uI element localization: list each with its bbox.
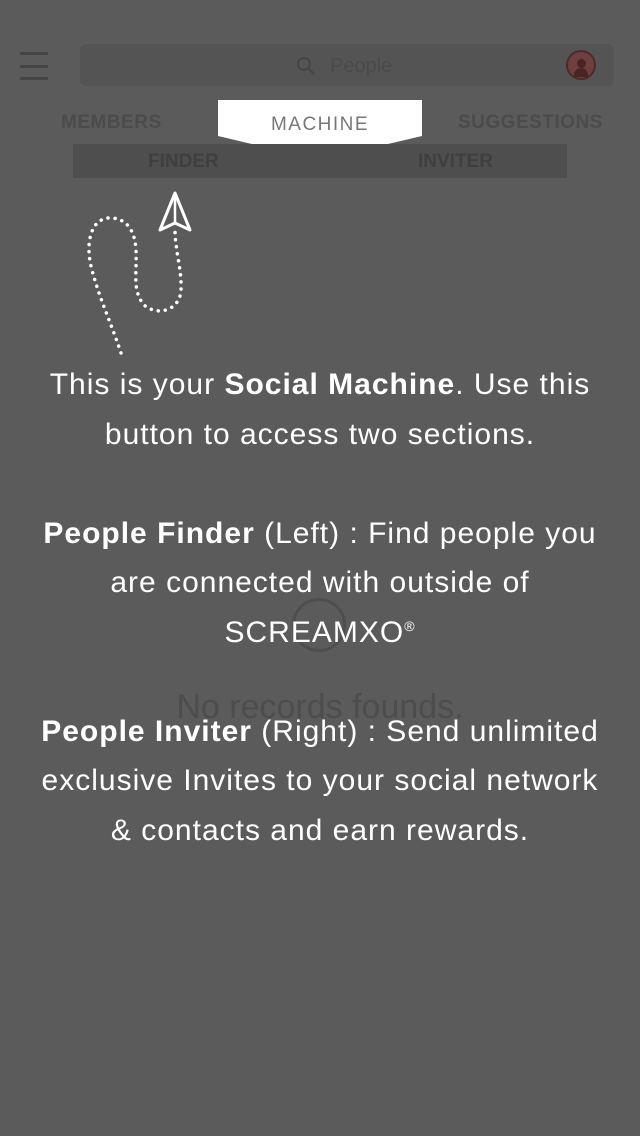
- tab-machine-label: MACHINE: [270, 114, 370, 135]
- people-finder-label: People Finder: [43, 516, 255, 550]
- dotted-arrow-icon: [87, 191, 192, 355]
- tab-members[interactable]: MEMBERS: [61, 112, 162, 134]
- search-input[interactable]: People: [330, 55, 392, 78]
- tutorial-finder: People Finder (Left) : Find people you a…: [43, 516, 597, 649]
- search-bar[interactable]: People: [80, 44, 614, 86]
- tutorial-text: This is your Social Machine. Use this bu…: [30, 360, 610, 855]
- tab-suggestions[interactable]: SUGGESTIONS: [458, 112, 603, 134]
- subtab-finder[interactable]: FINDER: [148, 151, 219, 173]
- social-machine-label: Social Machine: [224, 368, 456, 401]
- hamburger-icon[interactable]: [20, 52, 48, 80]
- tutorial-intro: This is your Social Machine. Use this bu…: [49, 368, 591, 451]
- user-avatar-icon[interactable]: [566, 50, 596, 80]
- subtab-inviter[interactable]: INVITER: [418, 151, 493, 173]
- people-inviter-label: People Inviter: [41, 714, 252, 748]
- machine-subtabs: FINDER INVITER: [73, 144, 567, 178]
- search-icon: [297, 57, 315, 75]
- app-header: People: [0, 40, 640, 90]
- registered-mark: ®: [404, 617, 416, 634]
- tutorial-inviter: People Inviter (Right) : Send unlimited …: [41, 714, 599, 847]
